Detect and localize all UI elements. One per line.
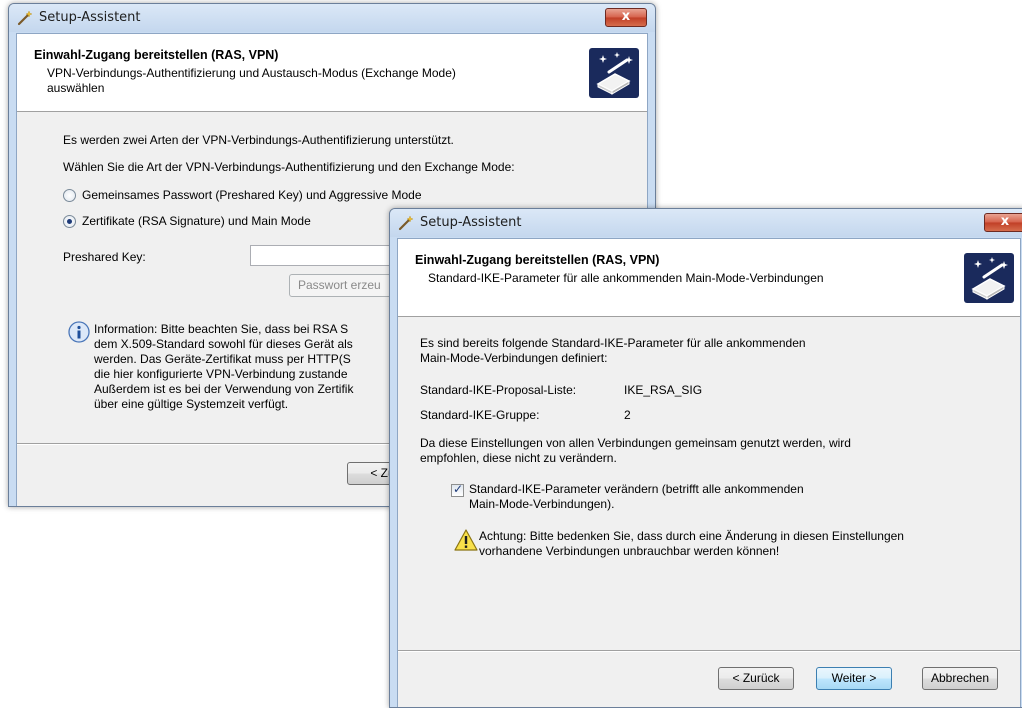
info-text: Information: Bitte beachten Sie, dass be… bbox=[94, 322, 353, 412]
button-separator bbox=[398, 650, 1020, 652]
proposal-list-value: IKE_RSA_SIG bbox=[624, 383, 703, 397]
info-line: dem X.509-Standard sowohl für dieses Ger… bbox=[94, 337, 353, 351]
warning-text: Achtung: Bitte bedenken Sie, dass durch … bbox=[479, 529, 904, 559]
wizard-wand-icon bbox=[398, 215, 414, 231]
radio-rsa-signature-label[interactable]: Zertifikate (RSA Signature) und Main Mod… bbox=[82, 214, 311, 228]
ike-group-value: 2 bbox=[624, 408, 631, 422]
page-subtitle: VPN-Verbindungs-Authentifizierung und Au… bbox=[47, 66, 456, 96]
radio-rsa-signature[interactable] bbox=[63, 215, 76, 228]
intro-text: Es sind bereits folgende Standard-IKE-Pa… bbox=[420, 336, 806, 366]
back-button-label: < Zurück bbox=[732, 671, 780, 685]
recommendation-text: Da diese Einstellungen von allen Verbind… bbox=[420, 436, 851, 466]
info-line: Außerdem ist es bei der Verwendung von Z… bbox=[94, 382, 354, 396]
next-button[interactable]: Weiter > bbox=[816, 667, 892, 690]
window-title: Setup-Assistent bbox=[420, 215, 522, 230]
wizard-wand-icon bbox=[17, 10, 33, 26]
page-subtitle: Standard-IKE-Parameter für alle ankommen… bbox=[428, 271, 824, 286]
proposal-list-label: Standard-IKE-Proposal-Liste: bbox=[420, 383, 577, 397]
intro-line: Main-Mode-Verbindungen definiert: bbox=[420, 351, 608, 365]
setup-wizard-window-front: Setup-Assistent x Einwahl-Zugang bereits… bbox=[389, 208, 1022, 708]
wizard-header: Einwahl-Zugang bereitstellen (RAS, VPN) … bbox=[398, 239, 1020, 317]
title-bar[interactable]: Setup-Assistent x bbox=[9, 4, 655, 32]
intro-text: Es werden zwei Arten der VPN-Verbindungs… bbox=[63, 133, 454, 147]
info-line: Information: Bitte beachten Sie, dass be… bbox=[94, 322, 349, 336]
cancel-button-label: Abbrechen bbox=[930, 671, 990, 685]
change-ike-parameters-label[interactable]: Standard-IKE-Parameter verändern (betrif… bbox=[469, 482, 804, 512]
info-line: über eine gültige Systemzeit verfügt. bbox=[94, 397, 289, 411]
page-title: Einwahl-Zugang bereitstellen (RAS, VPN) bbox=[34, 48, 279, 62]
dialog-client-area: Einwahl-Zugang bereitstellen (RAS, VPN) … bbox=[397, 238, 1021, 707]
recommendation-line: Da diese Einstellungen von allen Verbind… bbox=[420, 436, 851, 450]
subtitle-line: auswählen bbox=[47, 81, 105, 95]
preshared-key-label: Preshared Key: bbox=[63, 250, 146, 264]
radio-preshared-key[interactable] bbox=[63, 189, 76, 202]
info-icon bbox=[68, 321, 90, 343]
vpn-device-sparkle-icon bbox=[964, 253, 1014, 303]
recommendation-line: empfohlen, diese nicht zu verändern. bbox=[420, 451, 617, 465]
generate-password-label: Passwort erzeu bbox=[298, 278, 381, 292]
intro-line: Es sind bereits folgende Standard-IKE-Pa… bbox=[420, 336, 806, 350]
warning-line: Achtung: Bitte bedenken Sie, dass durch … bbox=[479, 529, 904, 543]
next-button-label: Weiter > bbox=[831, 671, 877, 685]
window-title: Setup-Assistent bbox=[39, 10, 141, 25]
close-button[interactable]: x bbox=[605, 8, 647, 27]
cancel-button[interactable]: Abbrechen bbox=[922, 667, 998, 690]
close-icon: x bbox=[1000, 214, 1010, 229]
page-title: Einwahl-Zugang bereitstellen (RAS, VPN) bbox=[415, 253, 660, 267]
change-ike-parameters-checkbox[interactable] bbox=[451, 482, 464, 497]
close-icon: x bbox=[621, 9, 631, 24]
vpn-device-sparkle-icon bbox=[589, 48, 639, 98]
checkbox-label-line: Main-Mode-Verbindungen). bbox=[469, 497, 615, 511]
wizard-header: Einwahl-Zugang bereitstellen (RAS, VPN) … bbox=[17, 34, 647, 112]
radio-preshared-key-label[interactable]: Gemeinsames Passwort (Preshared Key) und… bbox=[82, 188, 422, 202]
ike-group-label: Standard-IKE-Gruppe: bbox=[420, 408, 540, 422]
info-line: die hier konfigurierte VPN-Verbindung zu… bbox=[94, 367, 348, 381]
info-line: werden. Das Geräte-Zertifikat muss per H… bbox=[94, 352, 351, 366]
title-bar[interactable]: Setup-Assistent x bbox=[390, 209, 1022, 237]
intro-text: Wählen Sie die Art der VPN-Verbindungs-A… bbox=[63, 160, 515, 174]
close-button[interactable]: x bbox=[984, 213, 1022, 232]
subtitle-line: Standard-IKE-Parameter für alle ankommen… bbox=[428, 271, 824, 285]
warning-icon bbox=[454, 529, 478, 551]
subtitle-line: VPN-Verbindungs-Authentifizierung und Au… bbox=[47, 66, 456, 80]
back-button[interactable]: < Zurück bbox=[718, 667, 794, 690]
checkbox-label-line: Standard-IKE-Parameter verändern (betrif… bbox=[469, 482, 804, 496]
warning-line: vorhandene Verbindungen unbrauchbar werd… bbox=[479, 544, 780, 558]
